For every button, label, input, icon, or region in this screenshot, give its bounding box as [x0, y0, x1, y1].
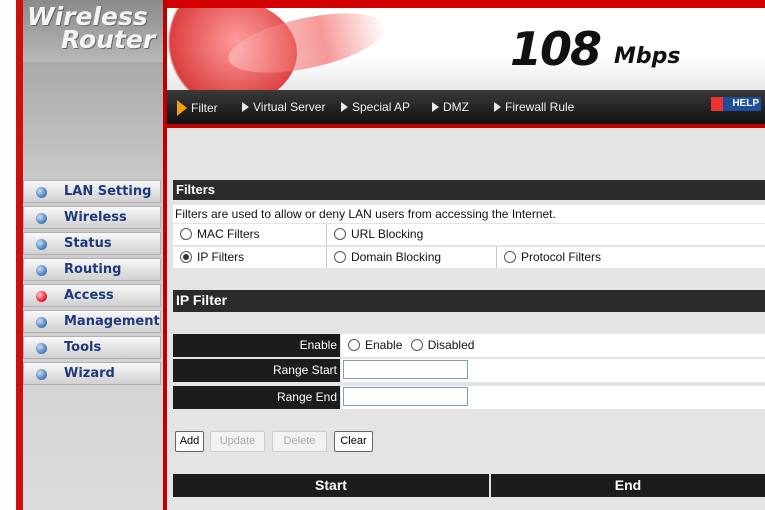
banner-speed-unit: Mbps	[614, 44, 681, 69]
sidebar-item-label: Management	[64, 314, 160, 329]
help-icon	[711, 97, 723, 111]
range-end-row: Range End	[173, 386, 765, 409]
filters-description: Filters are used to allow or deny LAN us…	[173, 205, 765, 223]
add-button[interactable]: Add	[175, 431, 204, 452]
clear-button[interactable]: Clear	[334, 431, 373, 452]
range-end-label: Range End	[173, 386, 340, 409]
nav-underline	[167, 124, 765, 128]
sidebar-item-label: Status	[64, 236, 112, 251]
table-header-end: End	[491, 474, 765, 497]
radio-icon[interactable]	[334, 251, 346, 263]
bullet-icon	[36, 343, 47, 354]
bullet-icon	[36, 369, 47, 380]
filters-header: Filters	[173, 180, 765, 200]
nav-label: Firewall Rule	[505, 100, 575, 114]
table-header-start: Start	[173, 474, 489, 497]
bullet-icon	[36, 213, 47, 224]
nav-label: DMZ	[443, 100, 469, 114]
radio-selected-icon[interactable]	[180, 251, 192, 263]
arrow-right-icon	[341, 102, 348, 112]
update-button[interactable]: Update	[210, 431, 265, 452]
sidebar-item-label: Wizard	[64, 366, 115, 381]
filter-options-row-1: MAC Filters URL Blocking	[173, 224, 765, 245]
sidebar-item-access[interactable]: Access	[23, 284, 161, 307]
sidebar-item-status[interactable]: Status	[23, 232, 161, 255]
sidebar-item-wireless[interactable]: Wireless	[23, 206, 161, 229]
enable-value: Enable Disabled	[341, 334, 765, 357]
protocol-filters-option[interactable]: Protocol Filters	[497, 247, 765, 268]
nav-virtual-server[interactable]: Virtual Server	[242, 100, 325, 114]
sidebar-item-management[interactable]: Management	[23, 310, 161, 333]
nav-filter[interactable]: Filter	[177, 100, 218, 116]
arrow-right-icon	[494, 102, 501, 112]
bullet-icon	[36, 265, 47, 276]
ip-filter-header: IP Filter	[173, 290, 765, 312]
top-nav: Filter Virtual Server Special AP DMZ Fir…	[167, 90, 765, 124]
sidebar-item-label: Tools	[64, 340, 102, 355]
delete-button[interactable]: Delete	[272, 431, 327, 452]
sidebar-item-routing[interactable]: Routing	[23, 258, 161, 281]
sidebar-item-tools[interactable]: Tools	[23, 336, 161, 359]
bullet-icon	[36, 239, 47, 250]
banner-speed: 108	[510, 22, 602, 76]
range-end-input[interactable]	[343, 387, 468, 406]
nav-label: Virtual Server	[253, 100, 326, 114]
nav-dmz[interactable]: DMZ	[432, 100, 469, 114]
sidebar-item-lan-setting[interactable]: LAN Setting	[23, 180, 161, 203]
option-label: Protocol Filters	[521, 250, 602, 264]
logo-line2: Router	[61, 25, 156, 54]
enable-option-label: Enable	[365, 338, 403, 352]
bullet-active-icon	[36, 291, 47, 302]
sidebar-item-label: Routing	[64, 262, 122, 277]
domain-blocking-option[interactable]: Domain Blocking	[327, 247, 497, 268]
range-start-row: Range Start	[173, 359, 765, 382]
sidebar-item-label: Wireless	[64, 210, 127, 225]
disabled-radio[interactable]	[410, 339, 423, 351]
radio-icon[interactable]	[504, 251, 516, 263]
help-button[interactable]: HELP	[711, 97, 761, 111]
help-label: HELP	[732, 98, 759, 109]
range-start-label: Range Start	[173, 359, 340, 382]
nav-label: Special AP	[352, 100, 411, 114]
url-blocking-option[interactable]: URL Blocking	[327, 224, 765, 245]
ip-filters-option[interactable]: IP Filters	[173, 247, 327, 268]
option-label: MAC Filters	[197, 227, 260, 241]
sidebar-item-label: LAN Setting	[64, 184, 152, 199]
nav-label: Filter	[191, 101, 218, 115]
sidebar-item-wizard[interactable]: Wizard	[23, 362, 161, 385]
range-start-input[interactable]	[343, 360, 468, 379]
enable-label: Enable	[173, 334, 340, 357]
enable-radio[interactable]	[348, 339, 360, 351]
arrow-right-icon	[242, 102, 249, 112]
range-end-value	[341, 386, 765, 409]
left-accent-bar	[16, 0, 23, 510]
mac-filters-option[interactable]: MAC Filters	[173, 224, 327, 245]
arrow-right-icon	[432, 102, 439, 112]
banner: 108 Mbps	[167, 8, 765, 90]
radio-icon[interactable]	[334, 228, 346, 240]
option-label: IP Filters	[197, 250, 245, 264]
bullet-icon	[36, 187, 47, 198]
disabled-option-label: Disabled	[427, 338, 475, 352]
nav-firewall-rule[interactable]: Firewall Rule	[494, 100, 574, 114]
sidebar-item-label: Access	[64, 288, 114, 303]
bullet-icon	[36, 317, 47, 328]
arrow-right-icon	[177, 100, 187, 116]
range-start-value	[341, 359, 765, 382]
banner-top-stripe	[167, 0, 765, 8]
router-logo: Wireless Router	[23, 0, 163, 62]
option-label: Domain Blocking	[351, 250, 442, 264]
option-label: URL Blocking	[351, 227, 424, 241]
radio-icon[interactable]	[180, 228, 192, 240]
filter-options-row-2: IP Filters Domain Blocking Protocol Filt…	[173, 247, 765, 268]
sidebar-menu: LAN Setting Wireless Status Routing Acce…	[23, 180, 161, 388]
enable-row: Enable Enable Disabled	[173, 334, 765, 357]
nav-special-ap[interactable]: Special AP	[341, 100, 410, 114]
